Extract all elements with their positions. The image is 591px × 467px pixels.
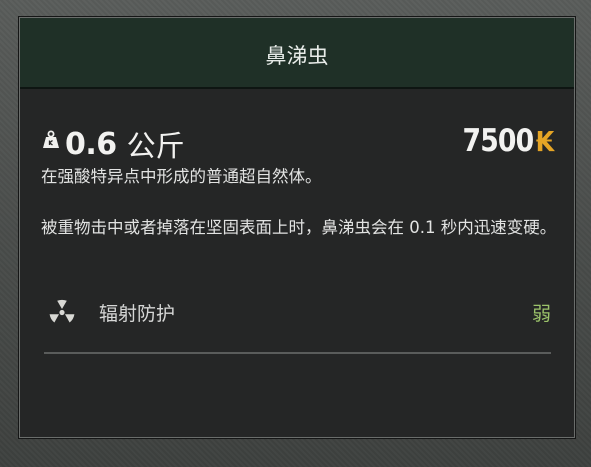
item-tooltip: 鼻涕虫 0.6 公斤 7500 ₭ 在强酸特异点中形成的普通超自然体。 被重物击… <box>18 16 576 439</box>
weight-row: 0.6 公斤 <box>41 123 185 165</box>
divider <box>44 352 551 354</box>
price-value: 7500 <box>462 123 535 159</box>
tooltip-header: 鼻涕虫 <box>20 18 574 89</box>
stat-value: 弱 <box>531 303 551 325</box>
item-description: 在强酸特异点中形成的普通超自然体。 <box>41 167 322 186</box>
price-row: 7500 ₭ <box>451 123 555 159</box>
weight-value: 0.6 <box>65 126 117 162</box>
item-description-effect: 被重物击中或者掉落在坚固表面上时，鼻涕虫会在 0.1 秒内迅速变硬。 <box>41 218 557 237</box>
weight-unit: 公斤 <box>126 129 185 163</box>
radiation-icon <box>49 299 75 323</box>
stat-row-radiation: 辐射防护 弱 <box>43 295 551 329</box>
stat-label: 辐射防护 <box>99 303 176 325</box>
tooltip-frame: 鼻涕虫 0.6 公斤 7500 ₭ 在强酸特异点中形成的普通超自然体。 被重物击… <box>0 0 591 467</box>
item-title: 鼻涕虫 <box>265 44 329 68</box>
weight-icon <box>43 130 59 148</box>
currency-icon: ₭ <box>535 124 555 158</box>
